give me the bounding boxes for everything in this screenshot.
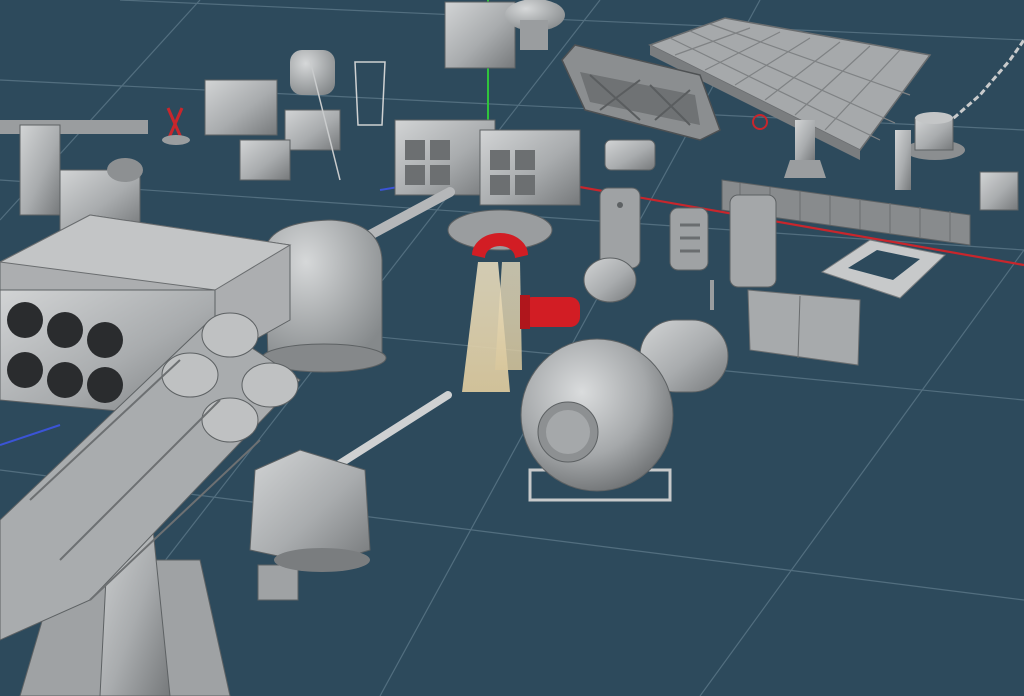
gun-turret-small[interactable] <box>249 391 452 601</box>
decompression-chamber[interactable] <box>520 257 729 502</box>
deck-frame[interactable] <box>747 239 947 366</box>
scene-canvas[interactable] <box>0 0 1024 696</box>
small-equipment-cluster[interactable] <box>394 0 581 251</box>
crane-machinery[interactable] <box>0 50 386 231</box>
red-mount-stand <box>162 107 190 145</box>
3d-viewport[interactable] <box>0 0 1024 696</box>
